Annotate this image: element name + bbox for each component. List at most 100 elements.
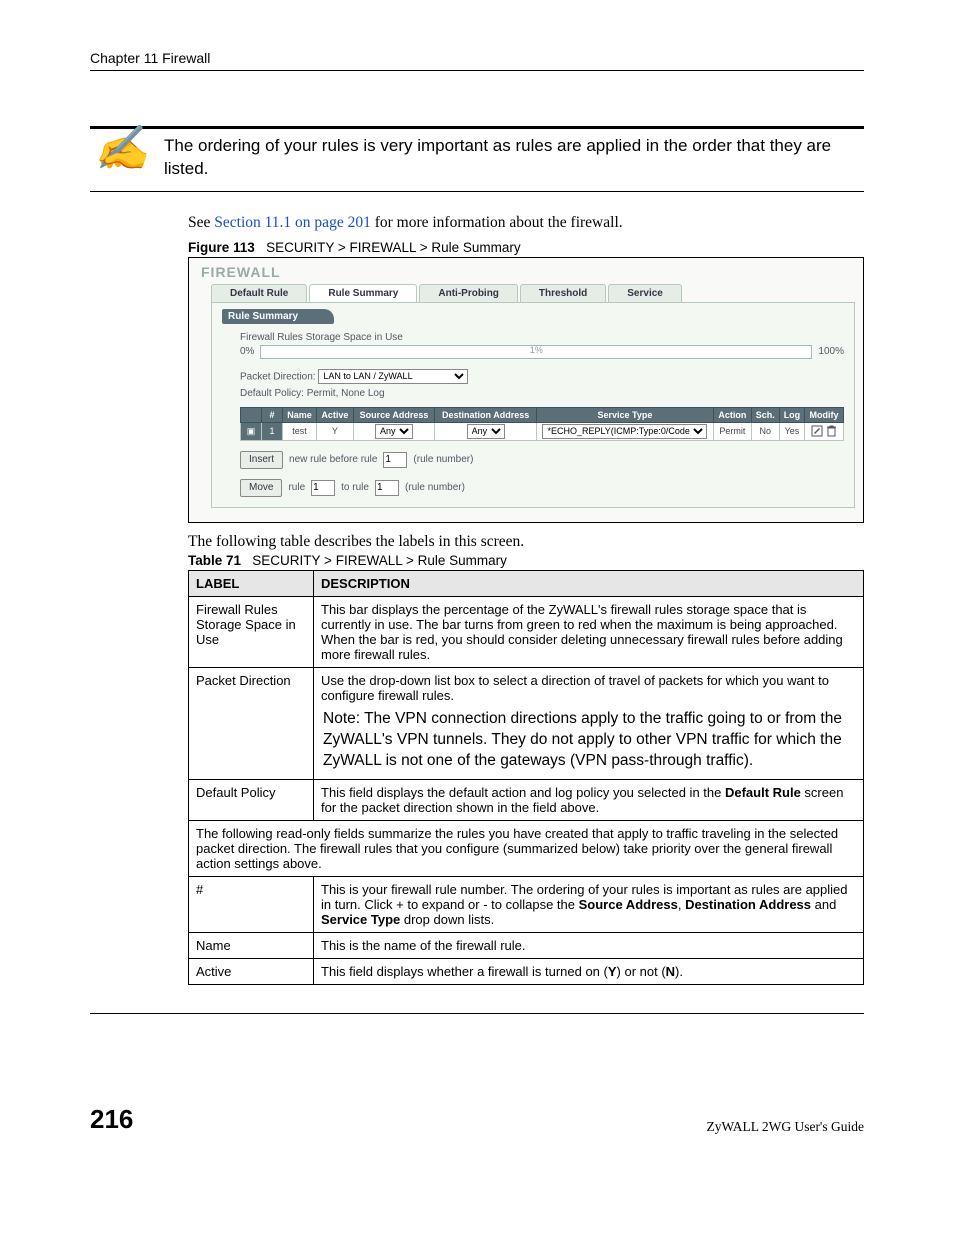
col-action: Action (713, 407, 751, 422)
move-from-input[interactable] (311, 480, 335, 496)
cell-label: Name (189, 932, 314, 958)
tab-service[interactable]: Service (608, 284, 682, 302)
t-bold: Y (608, 964, 617, 979)
cell-label: Default Policy (189, 779, 314, 820)
insert-text-b: (rule number) (413, 454, 473, 465)
table-row: Packet Direction Use the drop-down list … (189, 667, 864, 779)
packet-direction-select[interactable]: LAN to LAN / ZyWALL (318, 369, 468, 384)
table-row: ▣ 1 test Y Any Any *ECHO_REPLY(ICMP:Type… (241, 422, 844, 440)
cell-label: Packet Direction (189, 667, 314, 779)
col-num: # (262, 407, 283, 422)
default-policy-line: Default Policy: Permit, None Log (240, 388, 844, 399)
th-desc: DESCRIPTION (314, 570, 864, 596)
table-row-span: The following read-only fields summarize… (189, 820, 864, 876)
table71-label: Table 71 (188, 553, 241, 568)
row-sch: No (751, 422, 779, 440)
footer-rule (90, 1013, 864, 1014)
figure-caption: Figure 113 SECURITY > FIREWALL > Rule Su… (188, 240, 864, 255)
row-expander[interactable]: ▣ (241, 422, 262, 440)
move-text-c: (rule number) (405, 482, 465, 493)
move-text-a: rule (288, 482, 305, 493)
delete-icon[interactable] (826, 426, 837, 436)
table-row: Name This is the name of the firewall ru… (189, 932, 864, 958)
page-number: 216 (90, 1104, 133, 1135)
t-bold: Destination Address (685, 897, 811, 912)
page-footer: 216 ZyWALL 2WG User's Guide (90, 1104, 864, 1135)
t: and (811, 897, 836, 912)
col-log: Log (779, 407, 804, 422)
t-bold: N (666, 964, 675, 979)
th-label: LABEL (189, 570, 314, 596)
pbar-left: 0% (240, 346, 254, 357)
svc-select[interactable]: *ECHO_REPLY(ICMP:Type:0/Code:0) (542, 424, 707, 439)
cell-desc: This bar displays the percentage of the … (314, 596, 864, 667)
row-modify (805, 422, 844, 440)
tab-rule-summary[interactable]: Rule Summary (309, 284, 417, 302)
cell-note: Note: The VPN connection directions appl… (321, 703, 856, 774)
storage-label: Firewall Rules Storage Space in Use (240, 332, 844, 343)
cell-span: The following read-only fields summarize… (189, 820, 864, 876)
tab-anti-probing[interactable]: Anti-Probing (419, 284, 518, 302)
note-text: The ordering of your rules is very impor… (164, 129, 864, 191)
insert-button[interactable]: Insert (240, 451, 283, 469)
pbar-right: 100% (818, 346, 844, 357)
col-svc: Service Type (536, 407, 713, 422)
cell-desc: This is the name of the firewall rule. (314, 932, 864, 958)
cell-desc: Use the drop-down list box to select a d… (314, 667, 864, 779)
panel: Rule Summary Firewall Rules Storage Spac… (211, 302, 855, 508)
storage-progress: 0% 1% 100% (240, 345, 844, 359)
tab-default-rule[interactable]: Default Rule (211, 284, 307, 302)
move-to-input[interactable] (375, 480, 399, 496)
row-active: Y (317, 422, 354, 440)
t-bold: Default Rule (725, 785, 801, 800)
figure-label: Figure 113 (188, 240, 255, 255)
table-intro: The following table describes the labels… (188, 533, 864, 551)
cell-label: Active (189, 958, 314, 984)
see-pre: See (188, 214, 214, 231)
table71: LABEL DESCRIPTION Firewall Rules Storage… (188, 570, 864, 985)
col-src: Source Address (353, 407, 435, 422)
t: This field displays the default action a… (321, 785, 725, 800)
note-block: ✍ The ordering of your rules is very imp… (90, 126, 864, 192)
see-paragraph: See Section 11.1 on page 201 for more in… (188, 214, 864, 232)
t: drop down lists. (400, 912, 494, 927)
col-dst: Destination Address (435, 407, 537, 422)
edit-icon[interactable] (811, 426, 823, 436)
pbar-mid: 1% (530, 345, 543, 355)
insert-text-a: new rule before rule (289, 454, 377, 465)
col-active: Active (317, 407, 354, 422)
tab-threshold[interactable]: Threshold (520, 284, 606, 302)
row-action: Permit (713, 422, 751, 440)
move-text-b: to rule (341, 482, 369, 493)
guide-name: ZyWALL 2WG User's Guide (706, 1119, 864, 1135)
cell-label: # (189, 876, 314, 932)
col-sch: Sch. (751, 407, 779, 422)
move-button[interactable]: Move (240, 479, 282, 497)
cell-desc: This field displays the default action a… (314, 779, 864, 820)
pbar-track: 1% (260, 345, 812, 359)
row-name: test (283, 422, 317, 440)
panel-header: Rule Summary (222, 309, 334, 324)
t: ) or not ( (617, 964, 666, 979)
cell-desc: This is your firewall rule number. The o… (314, 876, 864, 932)
t-bold: Source Address (579, 897, 678, 912)
row-num: 1 (262, 422, 283, 440)
row-svc: *ECHO_REPLY(ICMP:Type:0/Code:0) (536, 422, 713, 440)
insert-row: Insert new rule before rule (rule number… (240, 451, 844, 469)
t: This field displays whether a firewall i… (321, 964, 608, 979)
col-expand[interactable] (241, 407, 262, 422)
row-dst: Any (435, 422, 537, 440)
see-post: for more information about the firewall. (371, 214, 623, 231)
insert-rule-number-input[interactable] (383, 452, 407, 468)
xref-link[interactable]: Section 11.1 on page 201 (214, 214, 371, 231)
screenshot-firewall-rule-summary: FIREWALL Default Rule Rule Summary Anti-… (188, 257, 864, 523)
table-row: Active This field displays whether a fir… (189, 958, 864, 984)
table-row: Firewall Rules Storage Space in Use This… (189, 596, 864, 667)
note-icon: ✍ (90, 129, 164, 169)
row-src: Any (353, 422, 435, 440)
dst-select[interactable]: Any (467, 424, 505, 439)
t-bold: Service Type (321, 912, 400, 927)
src-select[interactable]: Any (375, 424, 413, 439)
app-title: FIREWALL (197, 262, 855, 284)
table-row: Default Policy This field displays the d… (189, 779, 864, 820)
